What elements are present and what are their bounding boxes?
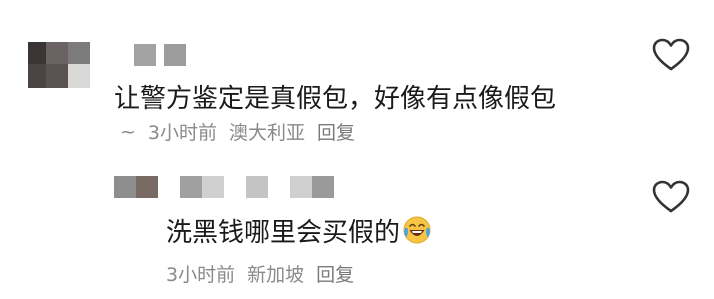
comment-meta: 3小时前 新加坡 回复 bbox=[166, 260, 354, 287]
heart-outline-icon[interactable] bbox=[652, 38, 690, 72]
username-blurred[interactable] bbox=[114, 176, 334, 198]
comment-location: 新加坡 bbox=[247, 264, 305, 286]
avatar[interactable] bbox=[28, 42, 90, 88]
comment-meta: ~ 3小时前 澳大利亚 回复 bbox=[120, 118, 355, 145]
reply-button[interactable]: 回复 bbox=[317, 118, 355, 145]
meta-prefix: ~ bbox=[120, 120, 136, 143]
heart-outline-icon[interactable] bbox=[652, 180, 690, 214]
reply-button[interactable]: 回复 bbox=[316, 260, 354, 287]
comment-time: 3小时前 bbox=[147, 122, 218, 144]
comment-text: 洗黑钱哪里会买假的 bbox=[166, 218, 401, 248]
username-blurred[interactable] bbox=[134, 44, 186, 66]
comment-item: 让警方鉴定是真假包，好像有点像假包 ~ 3小时前 澳大利亚 回复 bbox=[0, 0, 714, 150]
comment-text: 让警方鉴定是真假包，好像有点像假包 bbox=[114, 84, 557, 114]
comment-item: 洗黑钱哪里会买假的 3小时前 新加坡 回复 bbox=[0, 150, 714, 299]
comment-location: 澳大利亚 bbox=[229, 122, 306, 144]
laughing-tears-emoji bbox=[403, 216, 431, 244]
comment-time: 3小时前 bbox=[166, 264, 236, 286]
comment-text-row: 洗黑钱哪里会买假的 bbox=[166, 212, 432, 249]
